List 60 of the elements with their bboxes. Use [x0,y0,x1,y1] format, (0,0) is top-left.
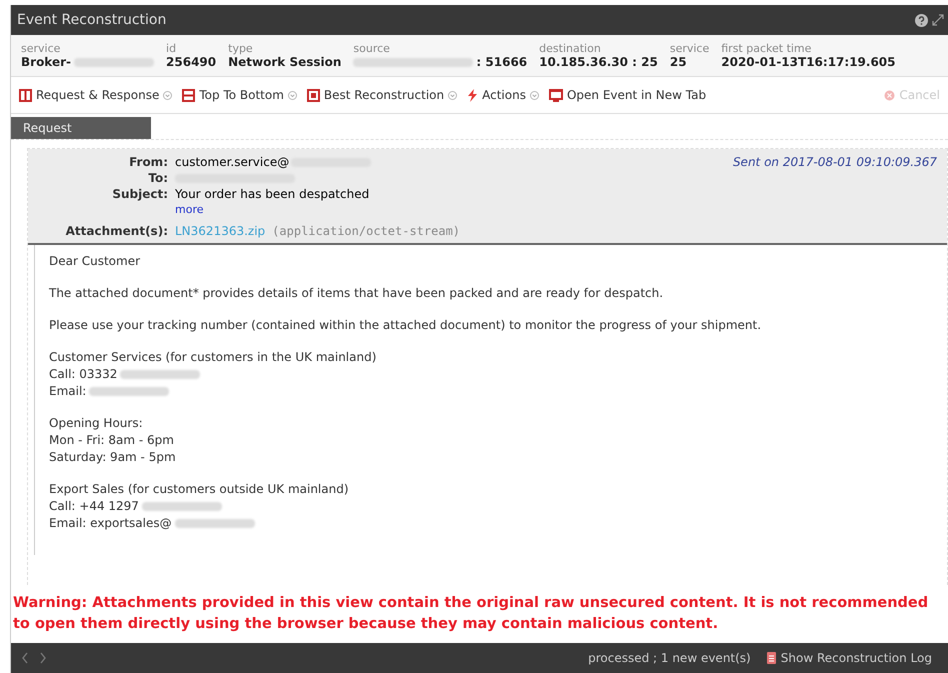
body-text: Saturday: 9am - 5pm [49,449,176,466]
attachment-label: Attachment(s): [64,224,168,238]
cancel-icon [884,90,896,100]
split-view-icon [19,88,32,102]
sent-date: Sent on 2017-08-01 09:10:09.367 [732,155,937,171]
chevron-right-icon[interactable] [39,652,47,664]
toolbar-button[interactable]: Request & Response [19,86,172,104]
request-tab[interactable]: Request [11,117,151,139]
meta-label: source [353,42,391,55]
chevron-left-icon[interactable] [21,652,29,664]
body-text: Mon - Fri: 8am - 6pm [49,432,174,449]
warning-text: Warning: Attachments provided in this view contain the original raw unsecured content. It is not recommended to open them directly using the browser because they may contain malicious content. [12,594,930,634]
window-icon [548,88,563,102]
expand-icon[interactable] [932,14,944,26]
header-value: customer.service@ [175,155,290,169]
body-text: Dear Customer [49,253,140,270]
meta-value: 10.185.36.30 : 25 [539,55,658,69]
meta-value: Network Session [228,55,342,69]
log-button[interactable]: Show Reconstruction Log [760,650,938,666]
toolbar-button[interactable]: Best Reconstruction [306,86,458,104]
header-label: To: [147,171,168,185]
body-text: Email: [49,383,86,400]
body-text: Call: 03332 [49,366,118,383]
meta-value: Broker- [21,55,72,69]
more-link[interactable]: more [175,203,372,216]
body-text: Opening Hours: [49,415,143,432]
document-icon [766,652,776,664]
meta-value: : 51666 [476,55,528,69]
mime-type: (application/octet-stream) [272,224,460,238]
document-view-icon [306,88,320,102]
body-text: Please use your tracking number (contained within the attached document) to monitor the progress of your shipment. [49,317,762,334]
toolbar-button[interactable]: Top To Bottom [182,86,297,104]
meta-value: 25 [670,55,687,69]
toolbar-button[interactable]: Open Event in New Tab [548,86,706,104]
meta-value: 2020-01-13T16:17:19.605 [721,55,896,69]
window-title: Event Reconstruction [17,12,168,28]
meta-label: service [21,42,62,55]
toolbar-button[interactable]: Actions [467,86,539,104]
meta-label: id [166,42,178,55]
header-value: Your order has been despatched [175,187,370,201]
body-text: Customer Services (for customers in the UK mainland) [49,349,376,366]
header-label: From: [128,155,168,169]
header-label: Subject: [111,187,168,201]
help-icon[interactable] [915,14,928,26]
meta-label: service [670,42,710,55]
lightning-icon [467,88,478,102]
meta-label: destination [539,42,602,55]
body-text: The attached document* provides details of items that have been packed and are ready for despatch. [49,285,664,302]
dropdown-icon [530,90,539,100]
meta-label: first packet time [721,42,812,55]
stacked-view-icon [182,88,196,102]
body-text: Call: +44 1297 [49,498,139,515]
body-text: Export Sales (for customers outside UK mainland) [49,481,349,498]
dropdown-icon [163,90,172,100]
body-text: Email: exportsales@ [49,515,172,532]
meta-label: type [228,42,254,55]
dropdown-icon [448,90,458,100]
status-text: processed ; 1 new event(s) [588,651,751,665]
meta-value: 256490 [166,55,216,69]
dropdown-icon [288,90,297,100]
